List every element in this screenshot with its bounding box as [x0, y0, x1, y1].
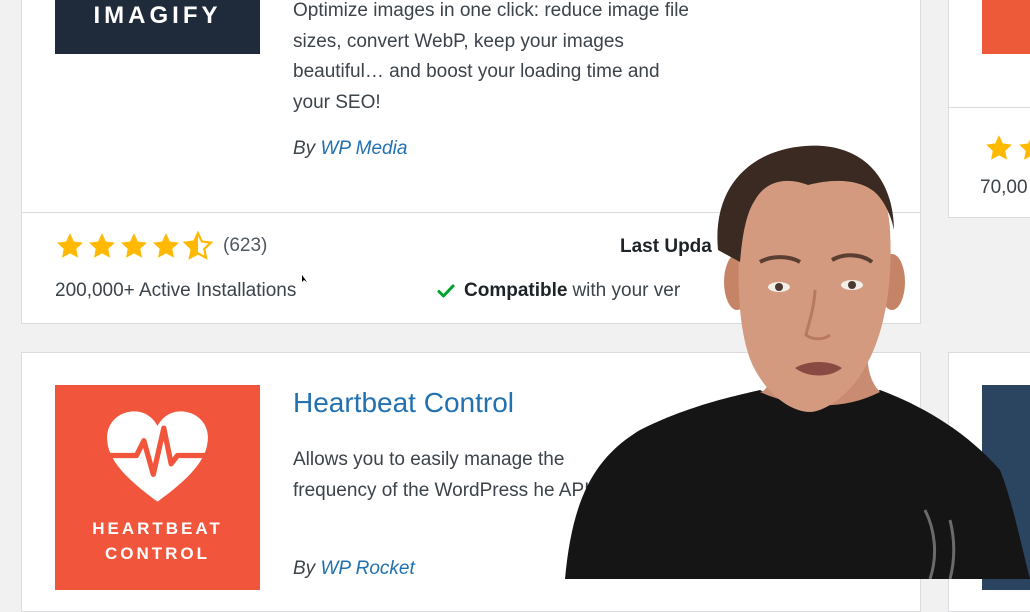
presenter-webcam-overlay: [565, 145, 1030, 579]
